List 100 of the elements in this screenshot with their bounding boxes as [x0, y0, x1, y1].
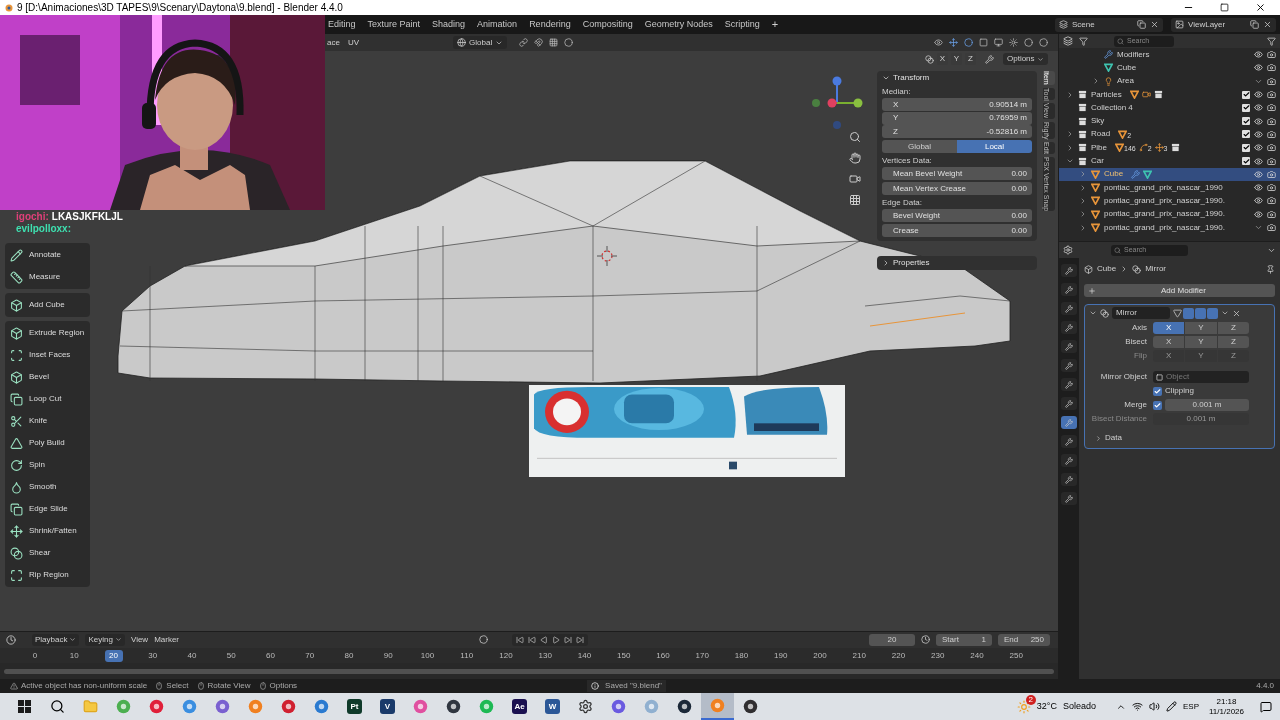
volume-icon[interactable] — [1149, 701, 1160, 712]
tool-button[interactable]: Bevel — [5, 366, 90, 388]
maximize-icon[interactable] — [1220, 3, 1229, 12]
outliner-row[interactable]: Modifiers — [1059, 48, 1280, 62]
object-field[interactable]: Object — [1153, 371, 1249, 383]
checkbox[interactable] — [1242, 103, 1250, 112]
next-keyframe-icon[interactable] — [564, 635, 573, 644]
value-field[interactable]: Mean Vertex Crease 0.00 — [882, 182, 1032, 195]
value-field[interactable]: Z -0.52816 m — [882, 125, 1032, 138]
camera-icon[interactable] — [1267, 183, 1276, 193]
eye-icon[interactable] — [1254, 90, 1263, 100]
jump-end-icon[interactable] — [576, 635, 585, 644]
camera-icon[interactable] — [1267, 143, 1276, 153]
proportional-icon[interactable] — [564, 38, 574, 47]
outliner-row[interactable]: pontiac_grand_prix_nascar_1990. — [1059, 194, 1280, 208]
properties-tab[interactable] — [1061, 378, 1077, 391]
timer-icon[interactable] — [921, 635, 930, 645]
outliner-row[interactable]: pontiac_grand_prix_nascar_1990 — [1059, 180, 1280, 195]
network-icon[interactable] — [1132, 701, 1143, 712]
zoom-icon[interactable] — [849, 131, 861, 143]
camera-icon[interactable] — [1267, 169, 1276, 179]
value-field[interactable]: Crease 0.00 — [882, 224, 1032, 237]
properties-tab[interactable] — [1061, 321, 1077, 334]
outliner-row[interactable]: pontiac_grand_prix_nascar_1990. — [1059, 220, 1280, 235]
language-indicator[interactable]: ESP — [1183, 700, 1199, 713]
properties-tab[interactable] — [1061, 302, 1077, 315]
tool-button[interactable]: Shrink/Fatten — [5, 520, 90, 542]
timeline-menu[interactable]: Keying — [85, 633, 125, 646]
properties-tab[interactable] — [1061, 435, 1077, 448]
tool-button[interactable]: Add Cube — [5, 294, 90, 316]
checkbox[interactable] — [1242, 117, 1250, 126]
eye-icon[interactable] — [1254, 156, 1263, 166]
scrollbar[interactable] — [4, 668, 1054, 674]
shading-solid-icon[interactable] — [1009, 38, 1018, 47]
eye-icon[interactable] — [1254, 143, 1263, 153]
tool-button[interactable]: Knife — [5, 410, 90, 432]
camera-icon[interactable] — [1267, 223, 1276, 232]
current-frame-field[interactable]: 20 — [869, 633, 915, 646]
eye-icon[interactable] — [1254, 103, 1263, 113]
subpanel-header[interactable]: Data — [1089, 432, 1270, 444]
camera-icon[interactable] — [1267, 50, 1276, 60]
properties-tab[interactable] — [1061, 397, 1077, 410]
eye-icon[interactable] — [1254, 63, 1263, 73]
checkbox[interactable]: Clipping — [1153, 385, 1194, 397]
outliner-row[interactable]: Cube — [1059, 167, 1280, 181]
space-toggle[interactable]: Global — [882, 140, 957, 153]
properties-tab[interactable] — [1061, 283, 1077, 296]
tool-button[interactable]: Loop Cut — [5, 388, 90, 410]
xray-icon[interactable] — [979, 38, 988, 47]
camera-icon[interactable] — [1267, 63, 1276, 73]
workspace-tab[interactable]: Compositing — [576, 17, 639, 32]
properties-tab[interactable] — [1061, 340, 1077, 353]
value-field[interactable]: 0.001 m — [1165, 399, 1249, 411]
edit-mode-icon[interactable] — [1173, 308, 1182, 318]
tool-button[interactable]: Smooth — [5, 476, 90, 498]
outliner-row[interactable]: Particles — [1059, 87, 1280, 102]
taskbar-button[interactable]: Pt — [338, 693, 371, 720]
eye-icon[interactable] — [1254, 209, 1263, 219]
view-layer-selector[interactable]: ViewLayer — [1171, 17, 1276, 32]
add-modifier-button[interactable]: Add Modifier — [1084, 284, 1275, 297]
camera-icon[interactable] — [1267, 209, 1276, 219]
shading-icon[interactable] — [994, 38, 1003, 47]
axis-toggle[interactable]: Y — [1185, 336, 1217, 348]
camera-icon[interactable] — [1267, 156, 1276, 166]
eye-icon[interactable] — [1254, 116, 1263, 126]
add-workspace-button[interactable]: + — [765, 16, 785, 33]
workspace-tab[interactable]: Animation — [471, 17, 524, 32]
gizmo-icon[interactable] — [949, 38, 958, 47]
editor-type-icon[interactable] — [1063, 245, 1073, 255]
outliner-row[interactable]: Car — [1059, 154, 1280, 168]
eye-icon[interactable] — [1254, 50, 1263, 60]
scene-selector[interactable]: Scene — [1055, 17, 1163, 32]
axis-toggle[interactable]: X — [1153, 322, 1185, 334]
notifications-icon[interactable] — [1260, 700, 1272, 713]
shading-rendered-icon[interactable] — [1039, 38, 1048, 47]
overlay-icon[interactable] — [964, 38, 973, 47]
panel-header[interactable]: Properties — [877, 256, 1037, 270]
timeline-menu[interactable]: Marker — [154, 633, 180, 646]
eye-icon[interactable] — [1254, 169, 1263, 179]
orientation-dropdown[interactable]: Global — [453, 36, 508, 49]
render-toggle[interactable] — [1207, 307, 1218, 319]
outliner-row[interactable]: Cube — [1059, 61, 1280, 75]
dropdown-icon[interactable] — [1221, 309, 1229, 317]
workspace-tab[interactable]: Geometry Nodes — [638, 17, 719, 32]
filter-icon[interactable] — [1267, 36, 1276, 46]
camera-icon[interactable] — [1267, 76, 1276, 86]
shading-material-icon[interactable] — [1024, 38, 1033, 47]
value-field[interactable]: X 0.90514 m — [882, 98, 1032, 111]
record-icon[interactable] — [479, 635, 489, 645]
workspace-tab[interactable]: Texture Paint — [361, 17, 427, 32]
properties-tab[interactable] — [1061, 264, 1077, 277]
timeline-menu[interactable]: View — [130, 633, 149, 646]
end-frame-field[interactable]: End 250 — [998, 633, 1050, 646]
jump-start-icon[interactable] — [516, 635, 525, 644]
close-icon[interactable] — [1150, 20, 1159, 29]
camera-icon[interactable] — [1267, 90, 1276, 100]
tool-button[interactable]: Rip Region — [5, 564, 90, 586]
outliner-row[interactable]: Collection 4 — [1059, 101, 1280, 115]
axis-toggle[interactable]: Y — [1185, 322, 1217, 334]
start-frame-field[interactable]: Start 1 — [936, 633, 992, 646]
